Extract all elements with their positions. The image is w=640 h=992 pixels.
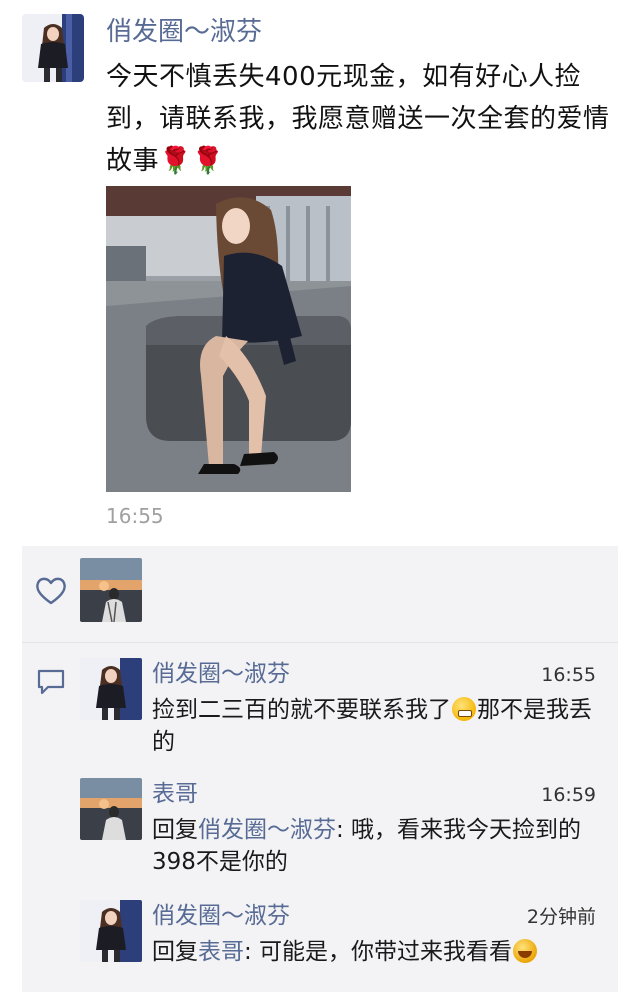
comment-text[interactable]: 回复表哥: 可能是，你带过来我看看 bbox=[152, 936, 602, 968]
post-author-name[interactable]: 俏发圈～淑芬 bbox=[106, 14, 262, 50]
likes-divider bbox=[22, 642, 618, 643]
comment-text[interactable]: 捡到二三百的就不要联系我了 那不是我丢的 bbox=[152, 694, 602, 758]
comment-item: 表哥 16:59 回复俏发圈～淑芬: 哦，看来我今天捡到的398不是你的 bbox=[80, 778, 610, 878]
reply-target-name[interactable]: 俏发圈～淑芬 bbox=[198, 817, 336, 843]
comment-time: 16:55 bbox=[541, 664, 596, 686]
comment-avatar[interactable] bbox=[80, 658, 142, 720]
comment-text[interactable]: 回复俏发圈～淑芬: 哦，看来我今天捡到的398不是你的 bbox=[152, 814, 602, 878]
comment-author-name[interactable]: 俏发圈～淑芬 bbox=[152, 658, 290, 690]
comment-avatar[interactable] bbox=[80, 900, 142, 962]
reply-label: 回复 bbox=[152, 939, 198, 965]
comment-text-part: : 可能是，你带过来我看看 bbox=[244, 939, 513, 965]
grimace-emoji-icon bbox=[452, 697, 476, 721]
avatar-sunset-icon bbox=[80, 558, 142, 622]
avatar-sunset-icon bbox=[80, 778, 142, 840]
comment-text-part: 捡到二三百的就不要联系我了 bbox=[152, 697, 451, 723]
likes-row bbox=[22, 546, 618, 642]
liker-avatar[interactable] bbox=[80, 558, 142, 622]
heart-outline-icon[interactable] bbox=[34, 576, 68, 606]
comment-bubble-icon bbox=[37, 669, 65, 695]
avatar-woman-icon bbox=[80, 658, 142, 720]
comments-panel: 俏发圈～淑芬 16:55 捡到二三百的就不要联系我了 那不是我丢的 表哥 16:5… bbox=[22, 546, 618, 992]
comment-time: 16:59 bbox=[541, 784, 596, 806]
comment-author-name[interactable]: 俏发圈～淑芬 bbox=[152, 900, 290, 932]
photo-woman-sitting bbox=[106, 186, 351, 492]
post-content-text: 今天不慎丢失400元现金，如有好心人捡到，请联系我，我愿意赠送一次全套的爱情故事… bbox=[106, 62, 610, 176]
comment-author-name[interactable]: 表哥 bbox=[152, 778, 198, 810]
post-author-avatar[interactable] bbox=[22, 14, 84, 82]
avatar-woman-icon bbox=[80, 900, 142, 962]
moment-post: 俏发圈～淑芬 今天不慎丢失400元现金，如有好心人捡到，请联系我，我愿意赠送一次… bbox=[0, 0, 640, 540]
post-timestamp: 16:55 bbox=[106, 504, 164, 528]
comment-time: 2分钟前 bbox=[526, 906, 596, 928]
comment-item: 俏发圈～淑芬 16:55 捡到二三百的就不要联系我了 那不是我丢的 bbox=[80, 658, 610, 758]
laugh-emoji-icon bbox=[513, 939, 538, 963]
reply-label: 回复 bbox=[152, 817, 198, 843]
reply-target-name[interactable]: 表哥 bbox=[198, 939, 244, 965]
post-photo[interactable] bbox=[106, 186, 351, 492]
comment-item: 俏发圈～淑芬 2分钟前 回复表哥: 可能是，你带过来我看看 bbox=[80, 900, 610, 992]
avatar-woman-icon bbox=[22, 14, 84, 82]
comment-avatar[interactable] bbox=[80, 778, 142, 840]
